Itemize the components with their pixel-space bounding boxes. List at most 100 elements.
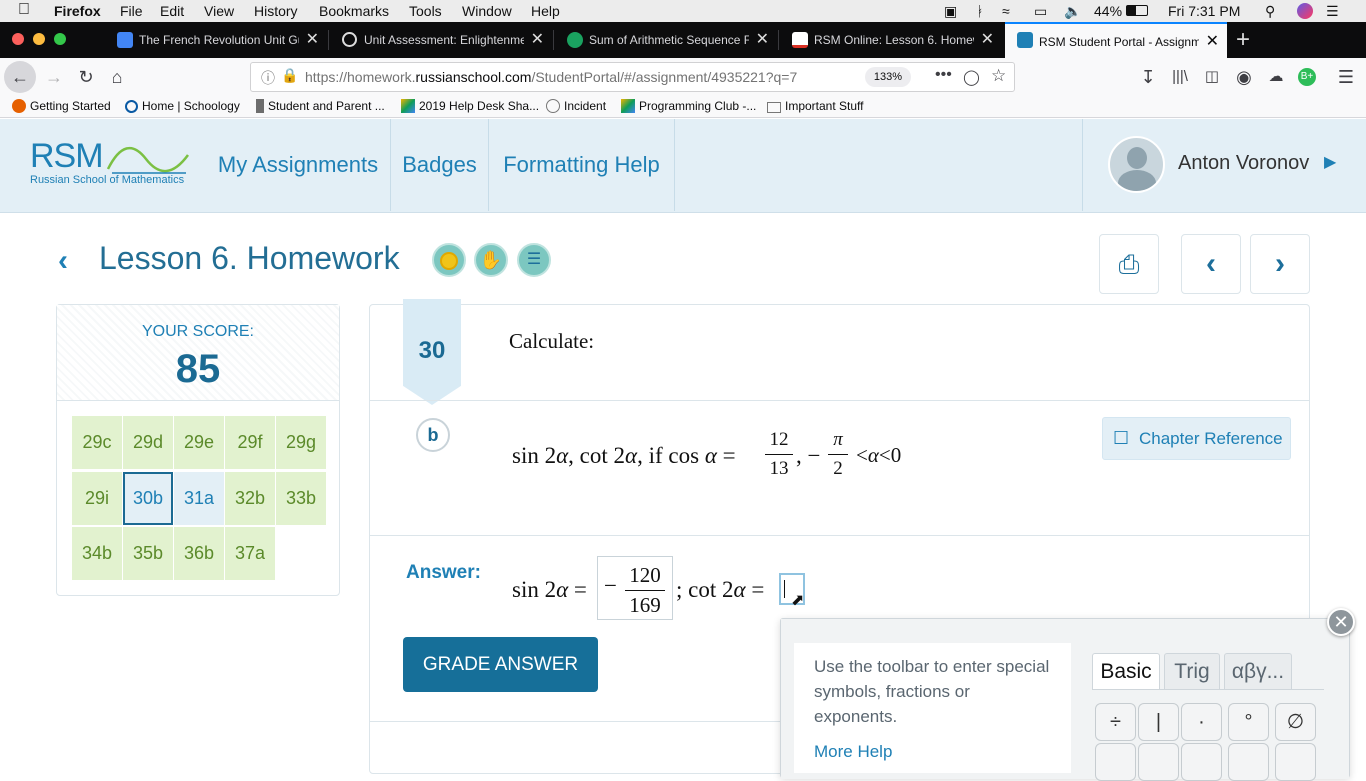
user-name[interactable]: Anton Voronov: [1178, 152, 1309, 175]
forward-button[interactable]: →: [42, 58, 66, 96]
zoom-level[interactable]: 133%: [865, 67, 911, 87]
extension-icon[interactable]: ☁: [1264, 58, 1288, 96]
bookmark-star-icon[interactable]: ☆: [991, 66, 1006, 86]
window-minimize-button[interactable]: [33, 33, 45, 45]
books-badge-icon[interactable]: ☰: [517, 243, 551, 277]
tab-greek[interactable]: αβγ...: [1224, 653, 1292, 689]
page-actions-icon[interactable]: •••: [935, 66, 952, 84]
empty-set-key[interactable]: ∅: [1275, 703, 1316, 741]
reload-icon[interactable]: ↻: [74, 58, 98, 96]
back-chevron-icon[interactable]: ‹: [58, 244, 68, 278]
downloads-icon[interactable]: ↧: [1138, 58, 1158, 96]
problem-29i[interactable]: 29i: [72, 472, 122, 525]
info-icon[interactable]: ⓘ: [261, 68, 275, 88]
tab-unit-assessment[interactable]: Unit Assessment: Enlightenmen ✕: [330, 22, 552, 58]
bluetooth-icon[interactable]: ᛓ: [976, 3, 984, 19]
infinity-key[interactable]: [1275, 743, 1316, 781]
window-zoom-button[interactable]: [54, 33, 66, 45]
nav-badges[interactable]: Badges: [391, 119, 488, 211]
caret-right-icon[interactable]: ▶: [1324, 152, 1336, 172]
window-close-button[interactable]: [12, 33, 24, 45]
battery-icon[interactable]: [1126, 5, 1148, 16]
problem-29g[interactable]: 29g: [276, 416, 326, 469]
back-button[interactable]: ←: [4, 61, 36, 93]
tab-rsm-online[interactable]: RSM Online: Lesson 6. Homewo ✕: [780, 22, 1002, 58]
nav-my-assignments[interactable]: My Assignments: [206, 119, 390, 211]
close-tab-icon[interactable]: ✕: [1206, 24, 1219, 58]
volume-icon[interactable]: 🔈: [1064, 3, 1081, 20]
problem-31a[interactable]: 31a: [174, 472, 224, 525]
sin-answer-field[interactable]: − 120 169: [597, 556, 673, 620]
tab-french-revolution[interactable]: The French Revolution Unit Gui ✕: [105, 22, 327, 58]
problem-29f[interactable]: 29f: [225, 416, 275, 469]
dropbox-icon[interactable]: ▣: [944, 3, 957, 20]
problem-33b[interactable]: 33b: [276, 472, 326, 525]
wifi-icon[interactable]: ≈: [1002, 3, 1010, 19]
pocket-icon[interactable]: ◯: [963, 68, 980, 86]
tab-basic[interactable]: Basic: [1092, 653, 1160, 689]
bookmark-student-parent[interactable]: Student and Parent ...: [256, 99, 385, 113]
account-icon[interactable]: ◉: [1232, 58, 1256, 96]
menu-history[interactable]: History: [254, 3, 298, 19]
avatar[interactable]: [1108, 136, 1165, 193]
problem-29e[interactable]: 29e: [174, 416, 224, 469]
home-icon[interactable]: ⌂: [105, 58, 129, 96]
notification-center-icon[interactable]: ☰: [1326, 3, 1339, 20]
close-popup-icon[interactable]: ✕: [1327, 608, 1355, 636]
problem-30b[interactable]: 30b: [123, 472, 173, 525]
menu-window[interactable]: Window: [462, 3, 512, 19]
problem-35b[interactable]: 35b: [123, 527, 173, 580]
new-tab-button[interactable]: +: [1236, 26, 1250, 54]
bookmark-programming-club[interactable]: Programming Club -...: [621, 99, 756, 113]
menu-file[interactable]: File: [120, 3, 143, 19]
previous-question-button[interactable]: ‹: [1181, 234, 1241, 294]
nav-formatting-help[interactable]: Formatting Help: [489, 119, 674, 211]
problem-32b[interactable]: 32b: [225, 472, 275, 525]
tab-trig[interactable]: Trig: [1164, 653, 1220, 689]
clock[interactable]: Fri 7:31 PM: [1168, 3, 1240, 19]
close-tab-icon[interactable]: ✕: [531, 22, 544, 58]
lock-icon[interactable]: 🔒: [281, 67, 298, 84]
epsilon-key[interactable]: [1181, 743, 1222, 781]
pi-key[interactable]: [1138, 743, 1179, 781]
menu-bookmarks[interactable]: Bookmarks: [319, 3, 389, 19]
next-question-button[interactable]: ›: [1250, 234, 1310, 294]
spotlight-search-icon[interactable]: ⚲: [1265, 3, 1275, 20]
problem-29d[interactable]: 29d: [123, 416, 173, 469]
medal-badge-icon[interactable]: [432, 243, 466, 277]
close-tab-icon[interactable]: ✕: [756, 22, 769, 58]
absolute-value-key[interactable]: |: [1138, 703, 1179, 741]
degree-key[interactable]: °: [1228, 703, 1269, 741]
menu-view[interactable]: View: [204, 3, 234, 19]
real-numbers-key[interactable]: [1095, 743, 1136, 781]
apple-icon[interactable]: : [18, 1, 30, 19]
bookmark-schoology[interactable]: Home | Schoology: [125, 99, 240, 113]
bookmark-help-desk[interactable]: 2019 Help Desk Sha...: [401, 99, 539, 113]
tab-rsm-student-portal[interactable]: RSM Student Portal - Assignme ✕: [1005, 22, 1227, 58]
menu-app-firefox[interactable]: Firefox: [54, 3, 101, 19]
tab-arithmetic-sequence[interactable]: Sum of Arithmetic Sequence Fo ✕: [555, 22, 777, 58]
problem-29c[interactable]: 29c: [72, 416, 122, 469]
sigma-key[interactable]: [1228, 743, 1269, 781]
problem-36b[interactable]: 36b: [174, 527, 224, 580]
rsm-logo[interactable]: RSM Russian School of Mathematics: [30, 137, 190, 186]
menu-edit[interactable]: Edit: [160, 3, 184, 19]
more-help-link[interactable]: More Help: [794, 729, 1071, 764]
problem-34b[interactable]: 34b: [72, 527, 122, 580]
print-button[interactable]: ⎙: [1099, 234, 1159, 294]
library-icon[interactable]: |||\: [1168, 58, 1192, 96]
sidebar-icon[interactable]: ◫: [1200, 58, 1224, 96]
menu-help[interactable]: Help: [531, 3, 560, 19]
hand-badge-icon[interactable]: ✋: [474, 243, 508, 277]
url-bar[interactable]: ⓘ 🔒 https://homework.russianschool.com/S…: [250, 62, 1015, 92]
siri-icon[interactable]: [1297, 3, 1313, 19]
chapter-reference-button[interactable]: ☐ Chapter Reference: [1102, 417, 1291, 460]
url-text[interactable]: https://homework.russianschool.com/Stude…: [305, 69, 797, 85]
dot-key[interactable]: ·: [1181, 703, 1222, 741]
bookmark-incident[interactable]: Incident: [546, 99, 606, 113]
airplay-icon[interactable]: ▭: [1034, 3, 1047, 20]
close-tab-icon[interactable]: ✕: [981, 22, 994, 58]
divide-key[interactable]: ÷: [1095, 703, 1136, 741]
menu-icon[interactable]: ☰: [1336, 58, 1356, 96]
grammarly-icon[interactable]: B+: [1298, 68, 1316, 86]
